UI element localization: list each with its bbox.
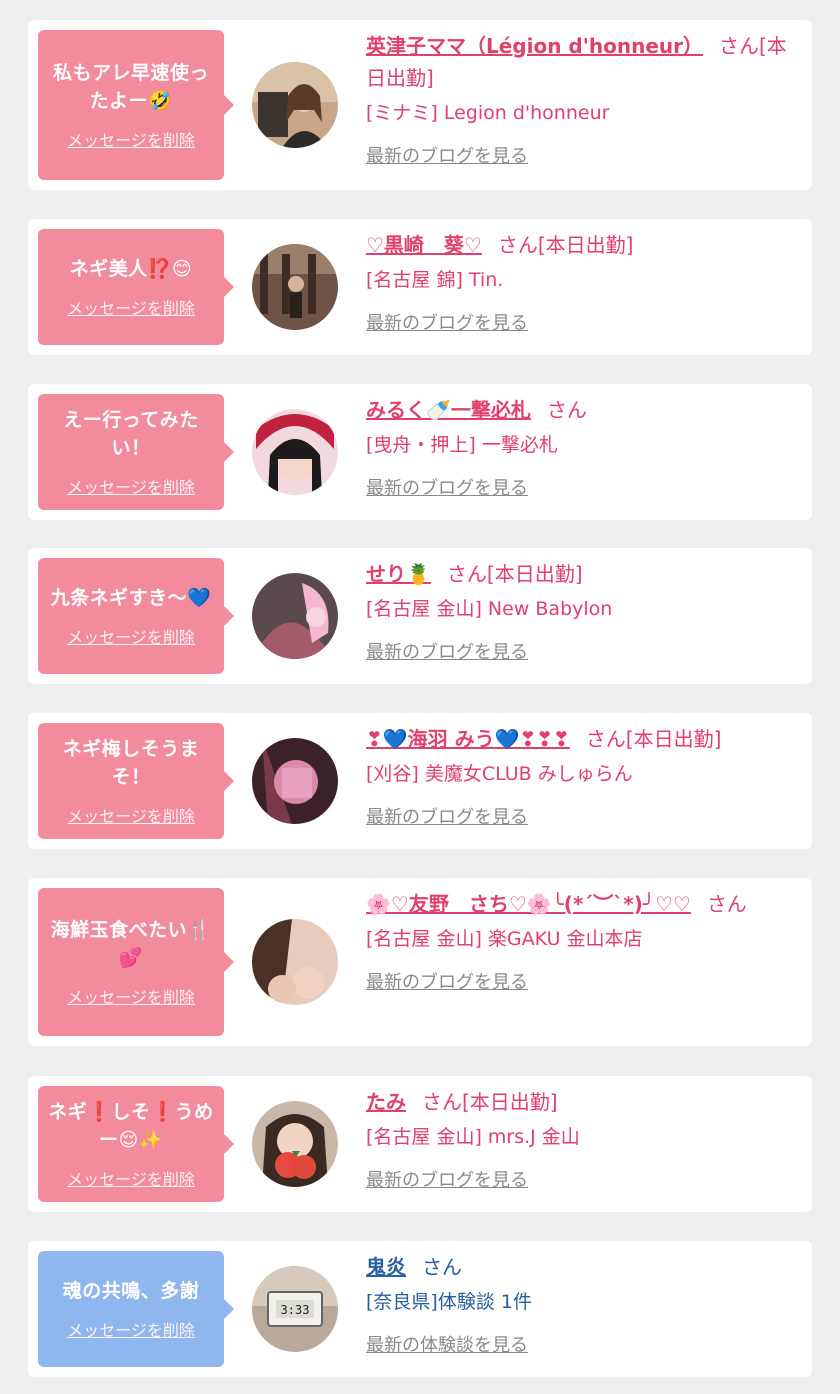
profile-name-link[interactable]: ♡黒崎 葵♡ [366,233,482,257]
latest-blog-link[interactable]: 最新のブログを見る [366,311,796,337]
avatar[interactable] [252,62,338,148]
shop-info: [名古屋 錦] Tin. [366,269,504,291]
message-text: ネギ❗️しそ❗️うめー😌✨ [48,1101,214,1151]
message-card: ネギ❗️しそ❗️うめー😌✨ メッセージを削除 たみ さん[本日出勤] [名古屋 金… [28,1076,812,1212]
profile-name-link[interactable]: 英津子ママ（Légion d'honneur） [366,34,703,58]
shop-info: [奈良県]体験談 1件 [366,1291,532,1313]
latest-blog-link[interactable]: 最新のブログを見る [366,144,796,170]
message-bubble: ネギ❗️しそ❗️うめー😌✨ メッセージを削除 [38,1086,234,1202]
message-text: ネギ美人⁉️😊 [69,258,193,280]
avatar[interactable] [252,573,338,659]
profile-info: ❣💙海羽 みう💙❣❣❣ さん[本日出勤] [刈谷] 美魔女CLUB みしゅらん 最… [366,723,796,831]
message-bubble: 魂の共鳴、多謝 メッセージを削除 [38,1251,234,1367]
message-card: ネギ美人⁉️😊 メッセージを削除 ♡黒崎 葵♡ さん[本日出勤] [名古屋 錦] … [28,219,812,355]
avatar[interactable]: 3:33 [252,1266,338,1352]
profile-info: 🌸♡友野 さち♡🌸╰(*´︶`*)╯♡♡ さん [名古屋 金山] 楽GAKU 金山… [366,888,796,996]
message-text: 海鮮玉食べたい🍴💕 [50,919,212,969]
message-text: えー行ってみたい！ [63,409,199,459]
delete-message-link[interactable]: メッセージを削除 [67,295,195,319]
delete-message-link[interactable]: メッセージを削除 [67,984,195,1008]
honorific-status: さん[本日出勤] [497,233,634,257]
message-card: 海鮮玉食べたい🍴💕 メッセージを削除 🌸♡友野 さち♡🌸╰(*´︶`*)╯♡♡ さ… [28,878,812,1046]
message-bubble: 九条ネギすき〜💙 メッセージを削除 [38,558,234,674]
delete-message-link[interactable]: メッセージを削除 [67,1166,195,1190]
avatar[interactable] [252,738,338,824]
profile-name-link[interactable]: せり🍍 [366,562,431,586]
shop-info: [名古屋 金山] New Babylon [366,598,613,620]
message-text: 私もアレ早速使ったよー🤣 [52,62,209,112]
shop-info: [曳舟・押上] 一撃必札 [366,434,558,456]
honorific-status: さん[本日出勤] [585,727,722,751]
latest-blog-link[interactable]: 最新のブログを見る [366,805,796,831]
profile-info: ♡黒崎 葵♡ さん[本日出勤] [名古屋 錦] Tin. 最新のブログを見る [366,229,796,337]
message-bubble: ネギ梅しそうまそ！ メッセージを削除 [38,723,234,839]
message-text: ネギ梅しそうまそ！ [62,738,200,788]
message-card: 私もアレ早速使ったよー🤣 メッセージを削除 英津子ママ（Légion d'hon… [28,20,812,190]
profile-name-link[interactable]: ❣💙海羽 みう💙❣❣❣ [366,727,570,751]
latest-blog-link[interactable]: 最新のブログを見る [366,970,796,996]
profile-name-link[interactable]: 鬼炎 [366,1255,406,1279]
profile-name-link[interactable]: みるく🍼一撃必札 [366,398,531,422]
message-text: 魂の共鳴、多謝 [62,1280,200,1302]
delete-message-link[interactable]: メッセージを削除 [67,127,195,151]
message-bubble: えー行ってみたい！ メッセージを削除 [38,394,234,510]
shop-info: [刈谷] 美魔女CLUB みしゅらん [366,763,633,785]
profile-info: たみ さん[本日出勤] [名古屋 金山] mrs.J 金山 最新のブログを見る [366,1086,796,1194]
honorific-status: さん [706,892,747,916]
avatar[interactable] [252,244,338,330]
honorific-status: さん [422,1255,462,1279]
delete-message-link[interactable]: メッセージを削除 [67,474,195,498]
shop-info: [名古屋 金山] 楽GAKU 金山本店 [366,928,643,950]
shop-info: [ミナミ] Legion d'honneur [366,102,610,124]
profile-info: みるく🍼一撃必札 さん [曳舟・押上] 一撃必札 最新のブログを見る [366,394,796,502]
message-card: えー行ってみたい！ メッセージを削除 みるく🍼一撃必札 さん [曳舟・押上] 一撃… [28,384,812,520]
latest-blog-link[interactable]: 最新のブログを見る [366,640,796,666]
avatar[interactable] [252,919,338,1005]
delete-message-link[interactable]: メッセージを削除 [67,803,195,827]
latest-blog-link[interactable]: 最新のブログを見る [366,476,796,502]
profile-info: 鬼炎 さん [奈良県]体験談 1件 最新の体験談を見る [366,1251,796,1359]
honorific-status: さん [546,398,587,422]
profile-name-link[interactable]: 🌸♡友野 さち♡🌸╰(*´︶`*)╯♡♡ [366,892,691,916]
message-bubble: 私もアレ早速使ったよー🤣 メッセージを削除 [38,30,234,180]
message-bubble: 海鮮玉食べたい🍴💕 メッセージを削除 [38,888,234,1036]
message-card: ネギ梅しそうまそ！ メッセージを削除 ❣💙海羽 みう💙❣❣❣ さん[本日出勤] [… [28,713,812,849]
clock-display-text: 3:33 [281,1303,310,1317]
latest-review-link[interactable]: 最新の体験談を見る [366,1333,796,1359]
message-card: 魂の共鳴、多謝 メッセージを削除 3:33 鬼炎 さん [奈良県]体験談 1件 最… [28,1241,812,1377]
message-bubble: ネギ美人⁉️😊 メッセージを削除 [38,229,234,345]
profile-name-link[interactable]: たみ [366,1090,406,1114]
message-card: 九条ネギすき〜💙 メッセージを削除 せり🍍 さん[本日出勤] [名古屋 金山] N… [28,548,812,684]
avatar[interactable] [252,409,338,495]
honorific-status: さん[本日出勤] [422,1090,558,1114]
latest-blog-link[interactable]: 最新のブログを見る [366,1168,796,1194]
profile-info: 英津子ママ（Légion d'honneur） さん[本日出勤] [ミナミ] Le… [366,30,796,170]
delete-message-link[interactable]: メッセージを削除 [67,1317,195,1341]
profile-info: せり🍍 さん[本日出勤] [名古屋 金山] New Babylon 最新のブログを… [366,558,796,666]
honorific-status: さん[本日出勤] [446,562,583,586]
avatar[interactable] [252,1101,338,1187]
delete-message-link[interactable]: メッセージを削除 [67,624,195,648]
message-text: 九条ネギすき〜💙 [50,587,212,609]
shop-info: [名古屋 金山] mrs.J 金山 [366,1126,580,1148]
